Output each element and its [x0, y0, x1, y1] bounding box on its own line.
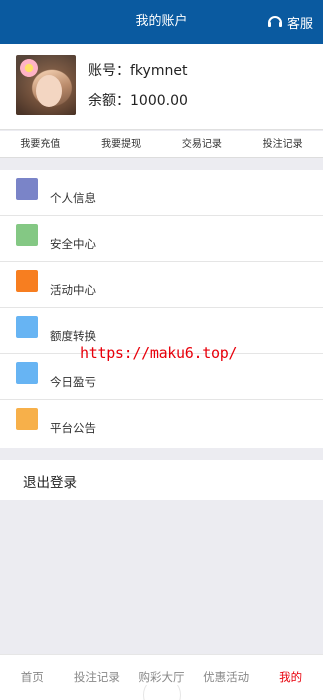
announcement-icon: [16, 408, 38, 430]
activity-icon: [16, 270, 38, 292]
logout-label: 退出登录: [23, 475, 77, 491]
balance-value: 1000.00: [130, 93, 188, 109]
bet-records-button[interactable]: 投注记录: [242, 131, 323, 157]
tab-bet-records[interactable]: 投注记录: [65, 655, 130, 700]
menu-item-personal-info[interactable]: 个人信息: [0, 170, 323, 216]
account-value: fkymnet: [130, 63, 188, 79]
profit-icon: [16, 362, 38, 384]
menu-item-label: 个人信息: [50, 191, 96, 205]
menu-item-label: 今日盈亏: [50, 375, 96, 389]
personal-info-icon: [16, 178, 38, 200]
menu-item-announcements[interactable]: 平台公告: [0, 400, 323, 446]
menu-item-label: 平台公告: [50, 421, 96, 435]
logout-button[interactable]: 退出登录: [0, 460, 323, 500]
deposit-button[interactable]: 我要充值: [0, 131, 81, 157]
profile-card: 账号：fkymnet 余额：1000.00: [0, 44, 323, 130]
tab-home[interactable]: 首页: [0, 655, 65, 700]
security-icon: [16, 224, 38, 246]
quick-actions: 我要充值 我要提现 交易记录 投注记录: [0, 131, 323, 158]
headset-icon: [267, 16, 282, 27]
menu-item-label: 安全中心: [50, 237, 96, 251]
transactions-button[interactable]: 交易记录: [162, 131, 243, 157]
menu-item-security-center[interactable]: 安全中心: [0, 216, 323, 262]
tab-mine[interactable]: 我的: [258, 655, 323, 700]
bottom-tab-bar: 首页 投注记录 购彩大厅 优惠活动 我的: [0, 654, 323, 700]
tab-lottery-hall[interactable]: 购彩大厅: [129, 655, 194, 700]
account-menu: 个人信息 安全中心 活动中心 额度转换 今日盈亏 平台公告: [0, 170, 323, 448]
menu-item-activity-center[interactable]: 活动中心: [0, 262, 323, 308]
account-row: 账号：fkymnet: [88, 60, 187, 80]
menu-item-label: 活动中心: [50, 283, 96, 297]
avatar[interactable]: [16, 55, 76, 115]
withdraw-button[interactable]: 我要提现: [81, 131, 162, 157]
balance-label: 余额：: [88, 93, 130, 109]
tab-promotions[interactable]: 优惠活动: [194, 655, 259, 700]
customer-service-label: 客服: [286, 16, 313, 32]
customer-service-button[interactable]: 客服: [267, 0, 313, 44]
watermark-url: https://maku6.top/: [80, 344, 238, 362]
top-header: 我的账户 客服: [0, 0, 323, 44]
menu-item-label: 额度转换: [50, 329, 96, 343]
transfer-icon: [16, 316, 38, 338]
balance-row: 余额：1000.00: [88, 90, 188, 110]
account-label: 账号：: [88, 63, 130, 79]
